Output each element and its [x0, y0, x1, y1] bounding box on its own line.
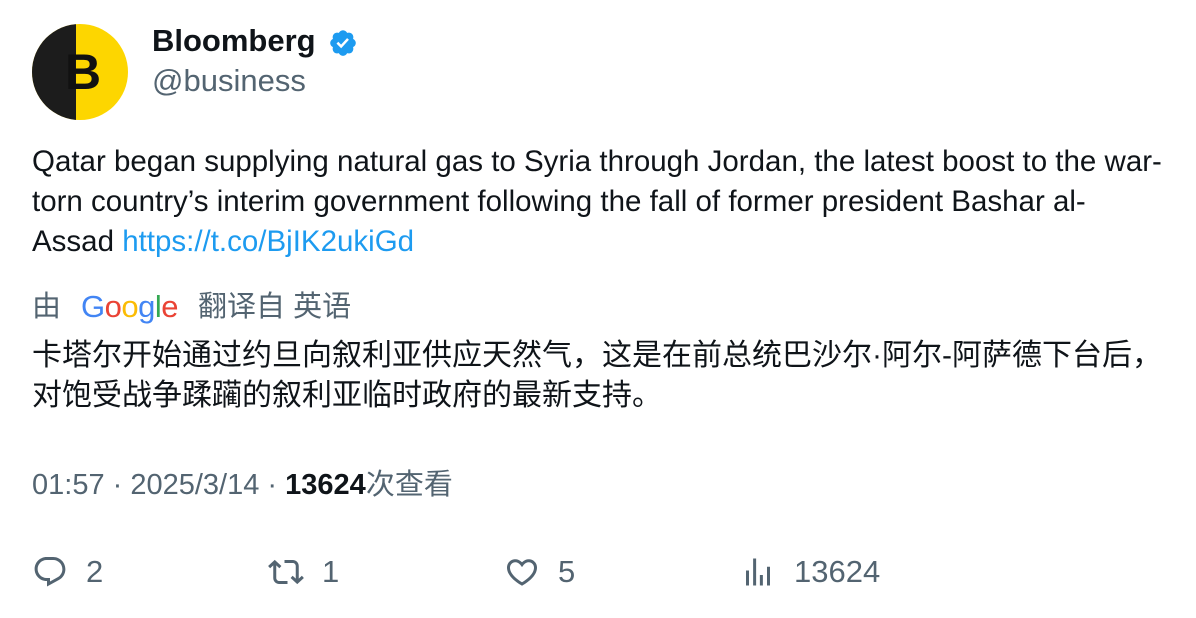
analytics-icon [746, 558, 770, 586]
tweet-link[interactable]: https://t.co/BjIK2ukiGd [122, 225, 414, 258]
tweet-text: Qatar began supplying natural gas to Syr… [32, 142, 1162, 262]
google-logo[interactable]: Google [81, 287, 179, 327]
retweet-button[interactable]: 1 [268, 550, 339, 594]
like-count: 5 [558, 554, 576, 589]
author-handle[interactable]: @business [152, 62, 306, 100]
translation-prefix: 由 [32, 291, 62, 323]
retweet-count: 1 [322, 554, 340, 589]
translation-suffix: 翻译自 英语 [198, 291, 352, 323]
reply-count: 2 [86, 554, 104, 589]
like-button[interactable]: 5 [504, 550, 575, 594]
views-label: 次查看 [365, 469, 453, 501]
views-button[interactable]: 13624 [740, 550, 880, 594]
tweet-meta: 01:57 · 2025/3/14 · 13624次查看 [32, 465, 453, 505]
tweet-date[interactable]: 2025/3/14 [130, 469, 259, 501]
views-count: 13624 [285, 469, 366, 501]
author-name[interactable]: Bloomberg [152, 22, 316, 60]
reply-icon [34, 557, 66, 587]
avatar-letter: B [65, 44, 102, 100]
translation-attribution: 由 Google 翻译自 英语 [32, 287, 351, 327]
retweet-icon [268, 559, 304, 585]
action-bar: 2 1 5 13624 [0, 550, 1196, 594]
views-action-count: 13624 [794, 554, 881, 589]
meta-separator: · [104, 469, 131, 501]
verified-badge-icon [330, 30, 356, 56]
translated-text: 卡塔尔开始通过约旦向叙利亚供应天然气，这是在前总统巴沙尔·阿尔-阿萨德下台后，对… [32, 339, 1162, 412]
avatar[interactable]: B [32, 24, 128, 120]
heart-icon [506, 559, 538, 586]
meta-separator: · [259, 469, 286, 501]
tweet-time[interactable]: 01:57 [32, 469, 105, 501]
reply-button[interactable]: 2 [32, 550, 103, 594]
